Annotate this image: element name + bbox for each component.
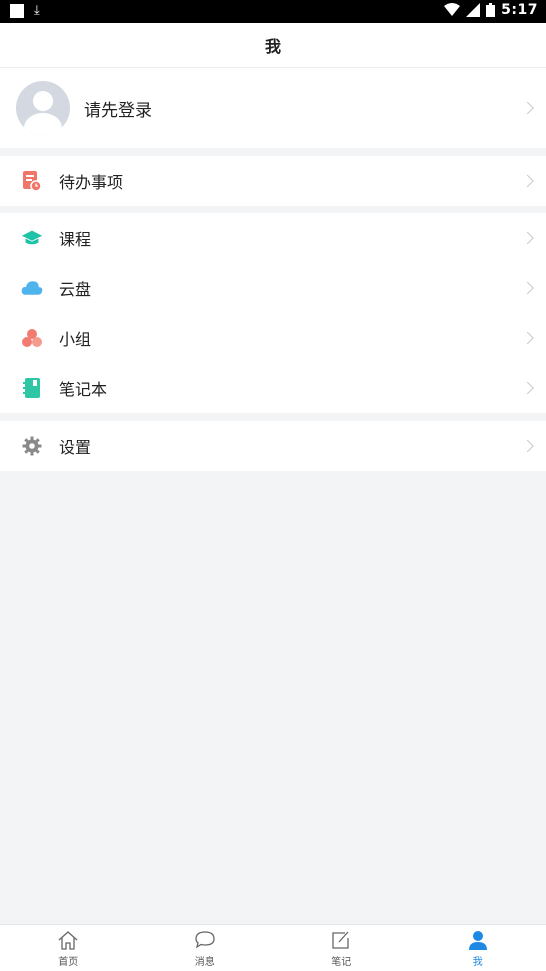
menu-item-label: 课程 <box>59 226 91 250</box>
tab-notes[interactable]: 笔记 <box>273 925 410 971</box>
gear-icon <box>21 435 43 457</box>
tab-messages[interactable]: 消息 <box>137 925 274 971</box>
profile-login-row[interactable]: 请先登录 <box>0 68 546 148</box>
chevron-right-icon <box>521 440 534 453</box>
tab-home[interactable]: 首页 <box>0 925 137 971</box>
notebook-icon <box>21 377 43 399</box>
note-edit-icon <box>329 928 353 952</box>
page-title: 我 <box>0 23 546 68</box>
chevron-right-icon <box>521 382 534 395</box>
bottom-tab-bar: 首页 消息 笔记 我 <box>0 924 546 971</box>
tab-label: 消息 <box>195 953 215 968</box>
notification-icon <box>10 4 24 18</box>
menu-item-settings[interactable]: 设置 <box>0 421 546 471</box>
menu-item-group[interactable]: 小组 <box>0 313 546 363</box>
chevron-right-icon <box>521 175 534 188</box>
menu-item-course[interactable]: 课程 <box>0 213 546 263</box>
message-icon <box>193 928 217 952</box>
signal-icon <box>466 3 480 17</box>
todo-icon <box>21 170 43 192</box>
wifi-icon <box>444 3 460 17</box>
status-bar: ⤓ 5:17 <box>0 0 546 23</box>
chevron-right-icon <box>521 102 534 115</box>
menu-item-label: 小组 <box>59 326 91 350</box>
chevron-right-icon <box>521 332 534 345</box>
settings-group: 设置 <box>0 421 546 471</box>
features-group: 课程 云盘 小组 <box>0 213 546 413</box>
todo-group: 待办事项 <box>0 156 546 206</box>
tab-label: 我 <box>473 953 483 968</box>
clock: 5:17 <box>501 2 538 18</box>
menu-item-label: 云盘 <box>59 276 91 300</box>
chevron-right-icon <box>521 232 534 245</box>
battery-icon <box>486 3 495 17</box>
group-icon <box>21 327 43 349</box>
tab-label: 首页 <box>58 953 78 968</box>
menu-item-label: 待办事项 <box>59 169 123 193</box>
menu-item-label: 笔记本 <box>59 376 107 400</box>
chevron-right-icon <box>521 282 534 295</box>
tab-label: 笔记 <box>331 953 351 968</box>
home-icon <box>56 928 80 952</box>
graduation-cap-icon <box>21 227 43 249</box>
avatar <box>16 81 70 135</box>
menu-item-notebook[interactable]: 笔记本 <box>0 363 546 413</box>
cloud-icon <box>21 277 43 299</box>
download-icon: ⤓ <box>34 3 40 18</box>
menu-item-todo[interactable]: 待办事项 <box>0 156 546 206</box>
tab-me[interactable]: 我 <box>410 925 546 971</box>
person-icon <box>466 928 490 952</box>
menu-item-cloud-drive[interactable]: 云盘 <box>0 263 546 313</box>
login-prompt: 请先登录 <box>84 96 152 121</box>
menu-item-label: 设置 <box>59 434 91 458</box>
